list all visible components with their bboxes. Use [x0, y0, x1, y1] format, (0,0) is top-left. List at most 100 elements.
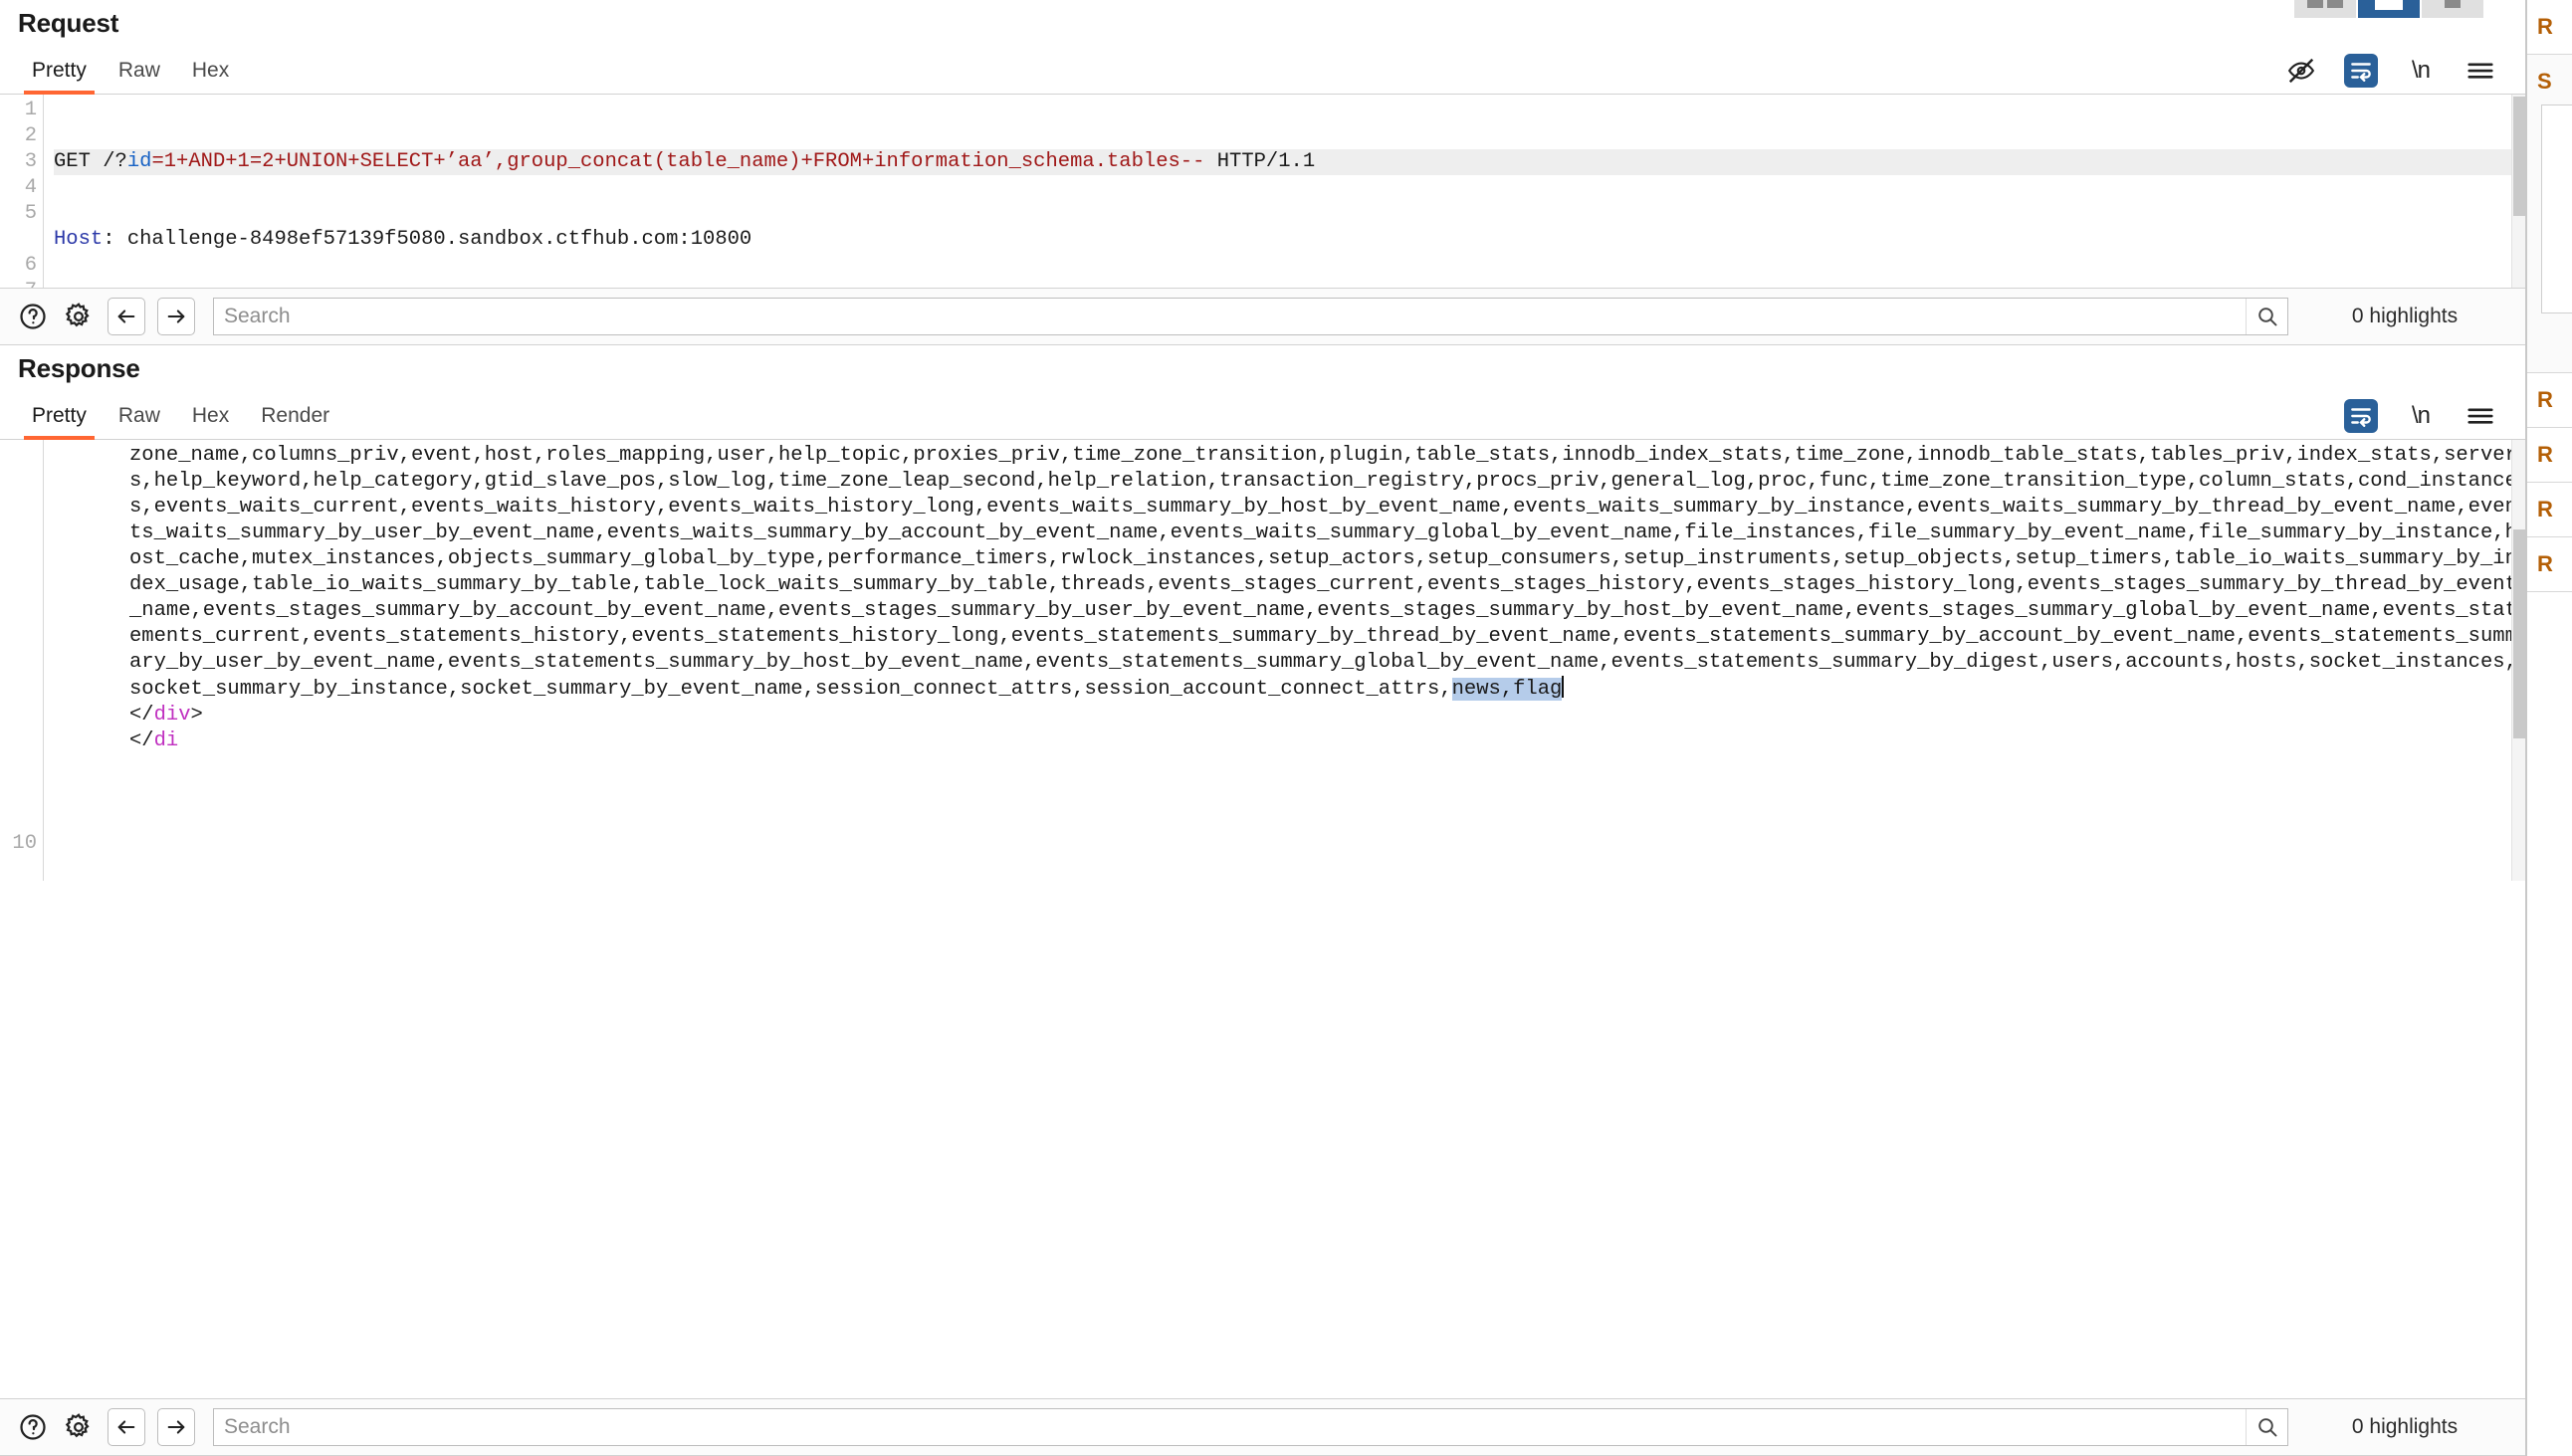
request-search-bar: 0 highlights [0, 288, 2525, 345]
magnifier-icon[interactable] [2246, 299, 2287, 334]
right-rail-search-cell[interactable]: S [2527, 55, 2572, 373]
gear-icon[interactable] [62, 300, 96, 333]
line-number: 6 [24, 254, 37, 277]
closing-div-punct-2: </ [129, 729, 154, 752]
request-highlights-count: 0 highlights [2351, 305, 2459, 327]
response-scrollbar-thumb[interactable] [2513, 529, 2525, 738]
layout-toggle-group[interactable] [2294, 0, 2483, 18]
layout-segment [2375, 0, 2403, 10]
right-rail-cell[interactable]: R [2527, 428, 2572, 483]
response-tabbar: Pretty Raw Hex Render \n [0, 392, 2525, 440]
request-editor[interactable]: 1 2 3 4 5 6 7 GET /?id=1+AND+1=2+UNION+S… [0, 95, 2525, 288]
line-number [0, 676, 43, 702]
right-rail-cell[interactable]: R [2527, 373, 2572, 428]
request-scrollbar-vertical[interactable] [2511, 95, 2525, 288]
closing-div-tagname: div [153, 704, 191, 727]
right-side-panel: R S R R R R [2526, 0, 2572, 1456]
line-number [0, 753, 43, 779]
header-value-host: : challenge-8498ef57139f5080.sandbox.ctf… [103, 228, 752, 251]
response-code[interactable]: zone_name,columns_priv,event,host,roles_… [44, 440, 2525, 881]
word-wrap-icon[interactable] [2344, 399, 2378, 433]
line-number [0, 572, 43, 598]
line-number [0, 779, 43, 805]
request-toolbar: \n [2284, 54, 2525, 94]
http-version: HTTP/1.1 [1204, 150, 1316, 173]
search-next-button[interactable] [157, 1408, 195, 1446]
gear-icon[interactable] [62, 1410, 96, 1444]
line-number: 3 [24, 150, 37, 173]
right-rail-input[interactable] [2541, 104, 2572, 313]
request-tabbar: Pretty Raw Hex \n [0, 47, 2525, 95]
layout-segment [2307, 0, 2323, 8]
request-tab-pretty[interactable]: Pretty [16, 53, 103, 95]
search-prev-button[interactable] [107, 1408, 145, 1446]
right-rail-cell[interactable]: R [2527, 537, 2572, 592]
line-number [0, 650, 43, 676]
line-number: 10 [12, 832, 37, 855]
layout-horizontal-button[interactable] [2358, 0, 2420, 18]
sql-injection-payload: =1+AND+1=2+UNION+SELECT+’aa’,group_conca… [151, 150, 1205, 173]
request-line-numbers: 1 2 3 4 5 6 7 [0, 95, 44, 288]
response-tab-render[interactable]: Render [245, 398, 345, 439]
response-line-numbers: 10 [0, 440, 44, 881]
request-tab-hex[interactable]: Hex [176, 53, 245, 94]
line-number [0, 495, 43, 520]
line-number: 7 [0, 279, 43, 288]
layout-segment [2327, 0, 2343, 8]
closing-div-punct: </ [129, 704, 154, 727]
layout-segment [2445, 0, 2461, 8]
response-highlights-count: 0 highlights [2351, 1415, 2459, 1438]
line-number [0, 469, 43, 495]
closing-div-punct-end: > [190, 704, 203, 727]
response-search-bar: 0 highlights [0, 1398, 2525, 1456]
right-rail-cell[interactable]: R [2527, 0, 2572, 55]
response-editor[interactable]: 10 zone_name,columns_priv,event,host,rol… [0, 440, 2525, 881]
line-number [0, 227, 43, 253]
newline-label: \n [2411, 402, 2431, 429]
request-code[interactable]: GET /?id=1+AND+1=2+UNION+SELECT+’aa’,gro… [44, 95, 2525, 288]
search-input[interactable] [214, 299, 2246, 334]
layout-tabs-button[interactable] [2422, 0, 2483, 18]
eye-off-icon[interactable] [2284, 54, 2318, 88]
response-scrollbar-vertical[interactable] [2511, 440, 2525, 881]
menu-icon[interactable] [2464, 399, 2497, 433]
word-wrap-icon[interactable] [2344, 54, 2378, 88]
line-number [0, 598, 43, 624]
magnifier-icon[interactable] [2246, 1409, 2287, 1445]
layout-vertical-button[interactable] [2294, 0, 2356, 18]
question-circle-icon[interactable] [16, 300, 50, 333]
request-path-prefix: /? [103, 150, 127, 173]
question-circle-icon[interactable] [16, 1410, 50, 1444]
right-rail-cell[interactable]: R [2527, 483, 2572, 537]
response-tab-hex[interactable]: Hex [176, 398, 245, 439]
newline-icon[interactable]: \n [2404, 399, 2438, 433]
response-tab-raw[interactable]: Raw [103, 398, 176, 439]
request-scrollbar-thumb[interactable] [2513, 97, 2525, 216]
closing-div-tagname-2: di [153, 729, 179, 752]
newline-icon[interactable]: \n [2404, 54, 2438, 88]
line-number [0, 702, 43, 728]
line-number [0, 805, 43, 831]
text-caret [1562, 676, 1565, 698]
header-name-host: Host [54, 228, 104, 251]
line-number [0, 443, 43, 469]
response-table-list: zone_name,columns_priv,event,host,roles_… [129, 444, 2517, 701]
response-title: Response [18, 353, 140, 383]
response-toolbar: \n [2344, 399, 2525, 439]
response-tab-pretty[interactable]: Pretty [16, 398, 103, 440]
selected-text-news-flag[interactable]: news,flag [1451, 678, 1563, 701]
right-rail-spacer [2527, 592, 2572, 1456]
line-number: 5 [24, 202, 37, 225]
newline-label: \n [2411, 57, 2431, 84]
request-search-field[interactable] [213, 298, 2288, 335]
burp-suite-window: Request Pretty Raw Hex \n 1 2 3 4 5 6 GE… [0, 0, 2572, 1456]
main-panel: Request Pretty Raw Hex \n 1 2 3 4 5 6 GE… [0, 0, 2526, 1456]
response-search-field[interactable] [213, 1408, 2288, 1446]
line-number [0, 546, 43, 572]
request-line-2: Host: challenge-8498ef57139f5080.sandbox… [54, 227, 2525, 253]
request-tab-raw[interactable]: Raw [103, 53, 176, 94]
search-prev-button[interactable] [107, 298, 145, 335]
menu-icon[interactable] [2464, 54, 2497, 88]
search-next-button[interactable] [157, 298, 195, 335]
search-input[interactable] [214, 1409, 2246, 1445]
